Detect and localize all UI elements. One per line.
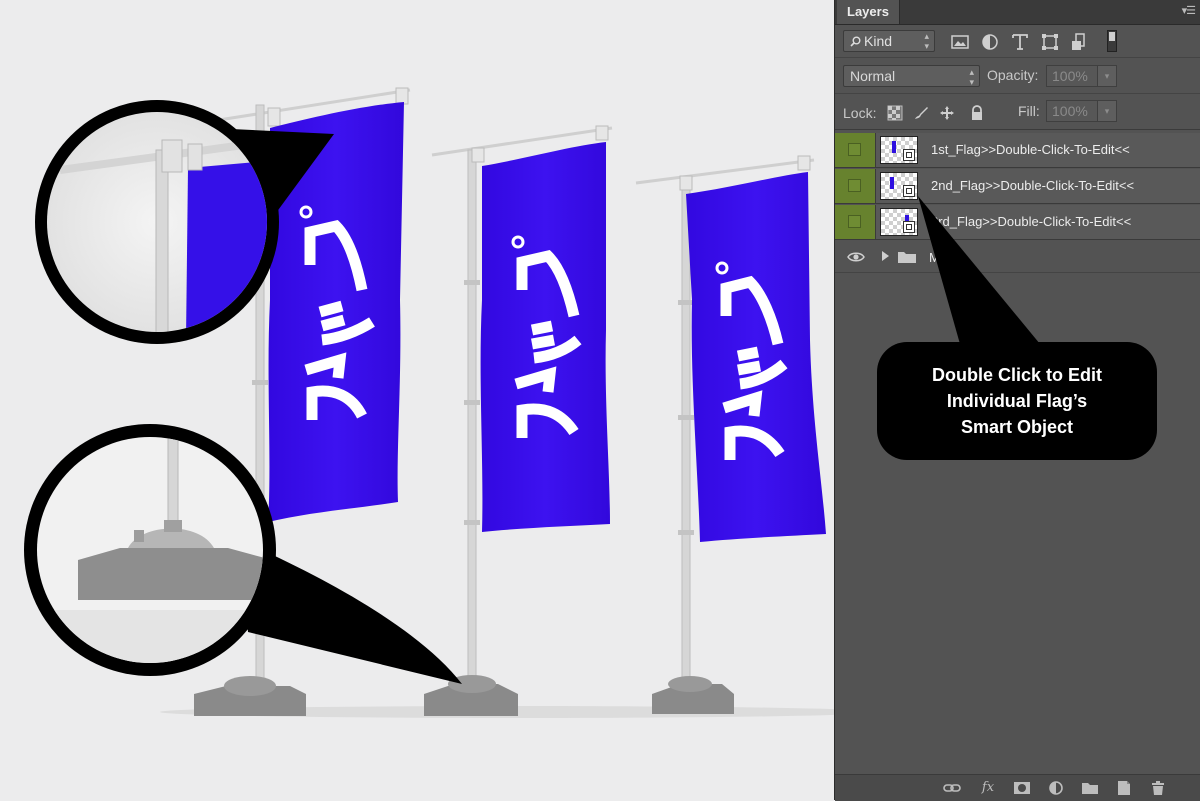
fill-input[interactable]: 100%: [1046, 100, 1098, 122]
filter-kind-label: Kind: [864, 33, 893, 49]
opacity-dropdown-arrow-icon[interactable]: ▾: [1097, 65, 1117, 87]
smart-object-badge-icon: [903, 149, 915, 161]
layer-name[interactable]: 3rd_Flag>>Double-Click-To-Edit<<: [931, 205, 1131, 239]
layer-row-2nd-flag[interactable]: 2nd_Flag>>Double-Click-To-Edit<<: [835, 169, 1200, 204]
panel-menu-icon[interactable]: ▾☰: [1182, 4, 1196, 17]
new-group-icon[interactable]: [1081, 780, 1099, 796]
lock-image-pixels-icon[interactable]: [913, 105, 929, 121]
lock-transparent-pixels-icon[interactable]: [887, 105, 903, 121]
layer-visibility-toggle[interactable]: [835, 205, 876, 239]
eye-icon[interactable]: [847, 250, 865, 264]
layer-visibility-toggle[interactable]: [835, 169, 876, 203]
instruction-callout: Double Click to Edit Individual Flag’s S…: [877, 342, 1157, 460]
visibility-box-icon: [848, 179, 861, 192]
smart-object-badge-icon: [903, 185, 915, 197]
callout-line-1: Double Click to Edit: [931, 365, 1102, 385]
layer-effects-icon[interactable]: fx: [979, 780, 997, 796]
filter-toggle-switch[interactable]: [1107, 30, 1117, 52]
folder-icon: [898, 252, 916, 263]
callout-line-2: Individual Flag’s: [946, 391, 1088, 411]
search-icon: [850, 36, 861, 47]
adjustment-layer-filter-icon[interactable]: [980, 32, 1000, 52]
updown-arrows-icon: ▴ ▾: [969, 67, 974, 87]
type-layer-filter-icon[interactable]: [1010, 32, 1030, 52]
visibility-box-icon: [848, 215, 861, 228]
lock-row: Lock: Fill: 100% ▾: [835, 95, 1200, 130]
layer-name[interactable]: 1st_Flag>>Double-Click-To-Edit<<: [931, 133, 1130, 167]
visibility-box-icon: [848, 143, 861, 156]
layer-row-1st-flag[interactable]: 1st_Flag>>Double-Click-To-Edit<<: [835, 133, 1200, 168]
shape-layer-filter-icon[interactable]: [1040, 32, 1060, 52]
layer-thumbnail: [880, 208, 918, 236]
expand-group-icon[interactable]: [882, 251, 889, 261]
layer-filter-row: Kind ▴ ▾: [835, 27, 1200, 58]
updown-arrows-icon: ▴ ▾: [924, 31, 929, 51]
layer-thumbnail: [880, 136, 918, 164]
new-adjustment-layer-icon[interactable]: [1047, 780, 1065, 796]
flag-3: [635, 155, 826, 714]
lock-position-icon[interactable]: [939, 105, 955, 121]
layer-visibility-toggle[interactable]: [835, 133, 876, 167]
opacity-input[interactable]: 100%: [1046, 65, 1098, 87]
link-layers-icon[interactable]: [943, 780, 961, 796]
flag-mockup-illustration: [24, 87, 834, 718]
delete-layer-icon[interactable]: [1149, 780, 1167, 796]
layer-name[interactable]: Ma: [929, 241, 947, 275]
layer-row-3rd-flag[interactable]: 3rd_Flag>>Double-Click-To-Edit<<: [835, 205, 1200, 240]
pixel-layer-filter-icon[interactable]: [950, 32, 970, 52]
smart-object-badge-icon: [903, 221, 915, 233]
blend-mode-dropdown[interactable]: Normal ▴ ▾: [843, 65, 980, 87]
layer-group-row[interactable]: Ma: [835, 241, 1200, 273]
smart-object-filter-icon[interactable]: [1070, 32, 1090, 52]
filter-kind-dropdown[interactable]: Kind ▴ ▾: [843, 30, 935, 52]
lock-label: Lock:: [843, 105, 877, 121]
layers-tab[interactable]: Layers: [837, 0, 900, 24]
layer-name[interactable]: 2nd_Flag>>Double-Click-To-Edit<<: [931, 169, 1134, 203]
layer-thumbnail: [880, 172, 918, 200]
lock-all-icon[interactable]: [969, 105, 985, 121]
flag-2: [424, 125, 613, 716]
mockup-scene: [0, 0, 834, 800]
callout-line-3: Smart Object: [960, 417, 1074, 437]
fill-label: Fill:: [1018, 103, 1040, 119]
panel-footer: fx: [835, 774, 1200, 801]
panel-header: Layers ▾☰: [835, 0, 1200, 25]
opacity-label: Opacity:: [987, 67, 1039, 83]
add-mask-icon[interactable]: [1013, 780, 1031, 796]
new-layer-icon[interactable]: [1115, 780, 1133, 796]
blend-mode-row: Normal ▴ ▾ Opacity: 100% ▾: [835, 61, 1200, 94]
fill-dropdown-arrow-icon[interactable]: ▾: [1097, 100, 1117, 122]
blend-mode-value: Normal: [850, 68, 896, 84]
